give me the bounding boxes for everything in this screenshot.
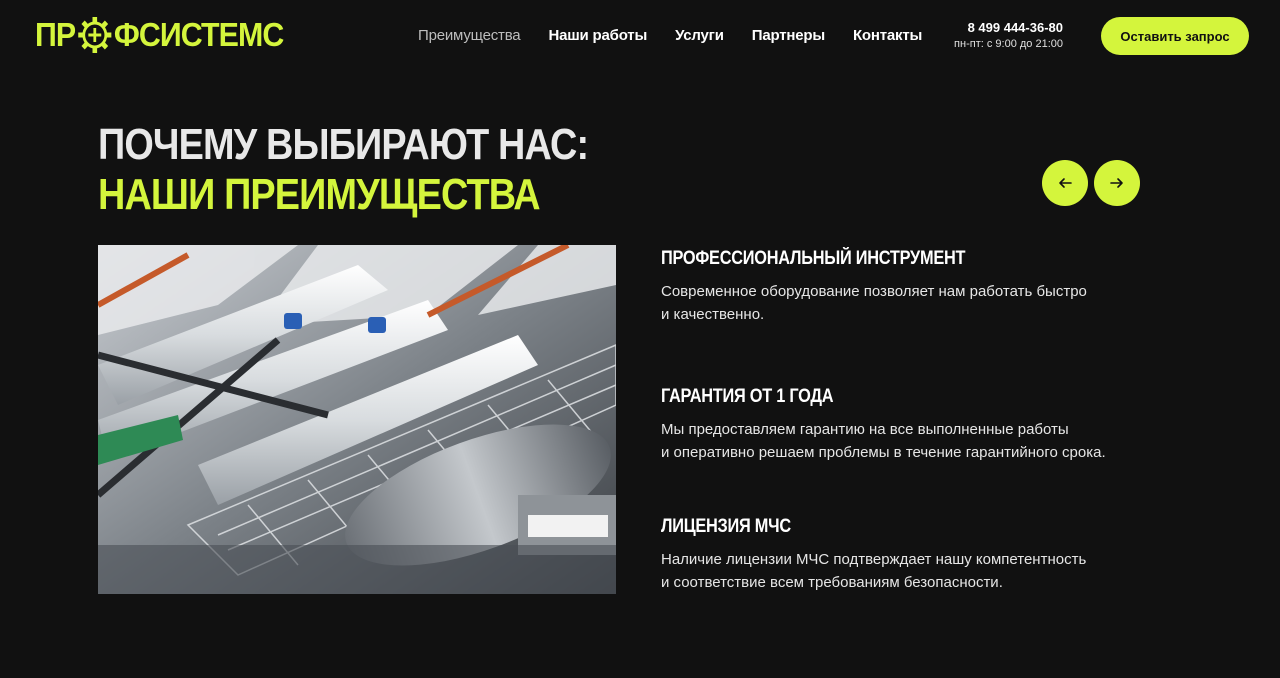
feature-title: Профессиональный инструмент — [661, 248, 966, 269]
feature-text: Современное оборудование позволяет нам р… — [661, 280, 1151, 326]
nav-item-contacts[interactable]: Контакты — [853, 27, 922, 44]
arrow-right-icon — [1110, 178, 1123, 188]
slider-next-button[interactable] — [1094, 160, 1140, 206]
logo[interactable]: ПР ФСИСТЕМС — [35, 13, 284, 57]
request-button[interactable]: Оставить запрос — [1101, 17, 1249, 55]
feature-text: Наличие лицензии МЧС подтверждает нашу к… — [661, 548, 1151, 594]
feature-text-line: и оперативно решаем проблемы в течение г… — [661, 444, 1106, 461]
feature-text-line: Наличие лицензии МЧС подтверждает нашу к… — [661, 551, 1087, 568]
logo-text-left: ПР — [35, 16, 76, 53]
feature-text-line: Современное оборудование позволяет нам р… — [661, 283, 1087, 300]
feature-title: Лицензия МЧС — [661, 516, 791, 537]
section-title: Почему выбирают нас: Наши преимущества — [98, 120, 589, 220]
ducts-illustration — [98, 245, 616, 594]
nav-item-partners[interactable]: Партнеры — [752, 27, 825, 44]
main-nav: Преимущества Наши работы Услуги Партнеры… — [418, 27, 922, 44]
gear-cross-icon — [77, 17, 112, 53]
nav-item-our-works[interactable]: Наши работы — [548, 27, 647, 44]
slider-prev-button[interactable] — [1042, 160, 1088, 206]
ceiling-ventilation-photo — [98, 245, 616, 594]
working-hours: пн-пт: с 9:00 до 21:00 — [954, 38, 1063, 50]
logo-text-right: ФСИСТЕМС — [113, 16, 284, 53]
feature-title: Гарантия от 1 года — [661, 386, 834, 407]
contact-block: 8 499 444-36-80 пн-пт: с 9:00 до 21:00 — [923, 20, 1063, 50]
phone-number[interactable]: 8 499 444-36-80 — [923, 20, 1063, 35]
arrow-left-icon — [1059, 178, 1072, 188]
section-title-line2: Наши преимущества — [98, 170, 541, 219]
section-title-line1: Почему выбирают нас: — [98, 120, 589, 169]
feature-item: Лицензия МЧС Наличие лицензии МЧС подтве… — [661, 516, 1161, 594]
feature-item: Гарантия от 1 года Мы предоставляем гара… — [661, 386, 1161, 464]
site-header: ПР ФСИСТЕМС Преимущества Наши работы Усл — [0, 0, 1280, 72]
feature-item: Профессиональный инструмент Современное … — [661, 248, 1161, 326]
feature-text: Мы предоставляем гарантию на все выполне… — [661, 418, 1151, 464]
feature-text-line: Мы предоставляем гарантию на все выполне… — [661, 421, 1069, 438]
nav-item-services[interactable]: Услуги — [675, 27, 724, 44]
feature-text-line: и соответствие всем требованиям безопасн… — [661, 574, 1003, 591]
feature-text-line: и качественно. — [661, 306, 765, 323]
nav-item-advantages[interactable]: Преимущества — [418, 27, 521, 44]
